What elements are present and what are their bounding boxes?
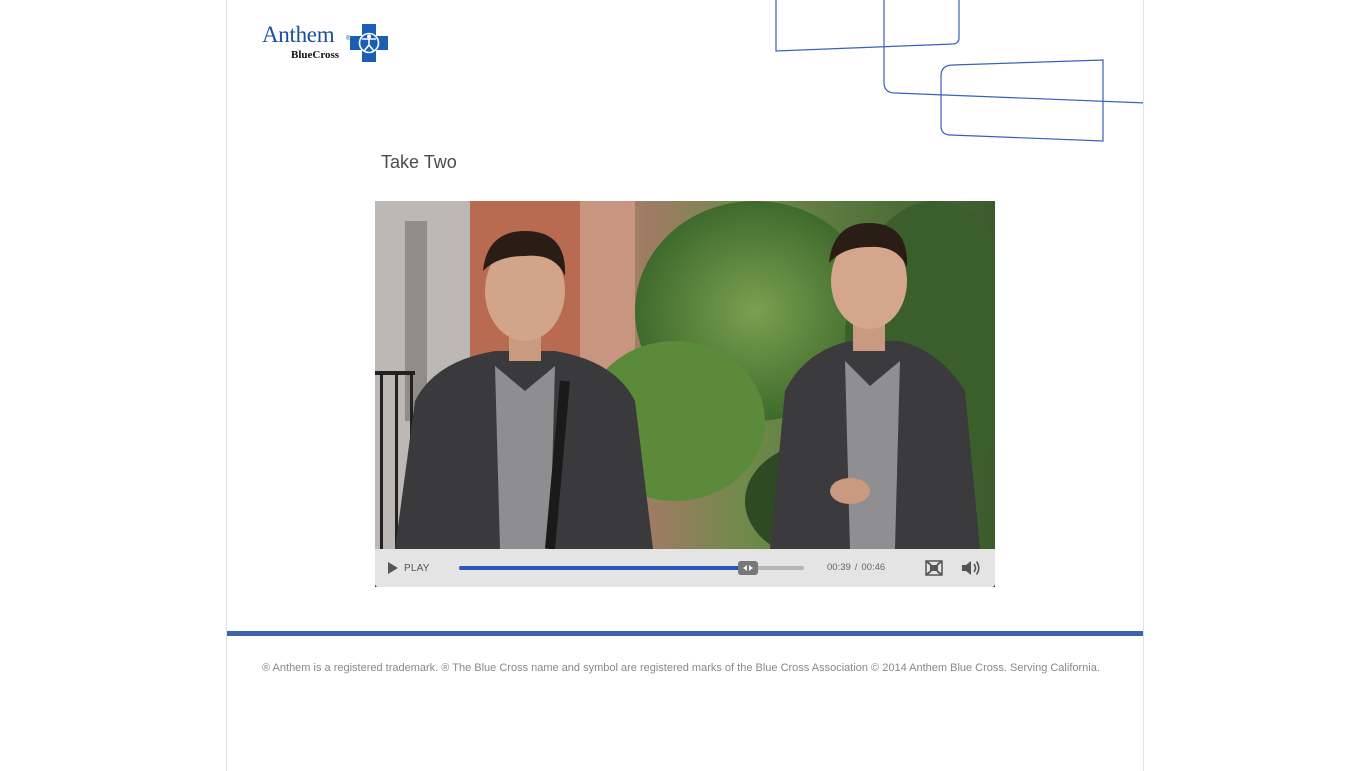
footer-divider [227,631,1143,636]
logo-wordmark: Anthem [262,22,335,47]
arrow-right-icon [749,565,754,571]
decorative-lines [775,0,1143,142]
duration: 00:46 [861,562,886,573]
volume-icon[interactable] [960,559,982,577]
footer-legal-text: ® Anthem is a registered trademark. ® Th… [262,662,1100,674]
video-controls: PLAY 00:39/00:46 [375,549,995,587]
current-time: 00:39 [827,562,851,573]
email-page: Anthem ® BlueCross Take Two PLAY 00:39 /… [226,0,1144,771]
video-title: Take Two [381,152,457,172]
progress-bar[interactable] [459,561,804,575]
play-icon [388,562,398,574]
arrow-left-icon [743,565,748,571]
blue-cross-icon [350,24,388,62]
video-player[interactable]: PLAY 00:39/00:46 [375,201,995,587]
play-button[interactable]: PLAY [388,560,430,576]
scrubber-handle-icon[interactable] [738,561,759,575]
time-separator: / [854,562,858,573]
progress-fill [459,566,749,570]
play-label: PLAY [404,562,430,574]
anthem-bluecross-logo[interactable]: Anthem ® BlueCross [262,22,392,64]
logo-subtitle: BlueCross [291,49,340,61]
time-display: 00:39/00:46 [827,562,885,573]
video-frame[interactable] [375,201,995,549]
fullscreen-icon[interactable] [924,559,944,577]
